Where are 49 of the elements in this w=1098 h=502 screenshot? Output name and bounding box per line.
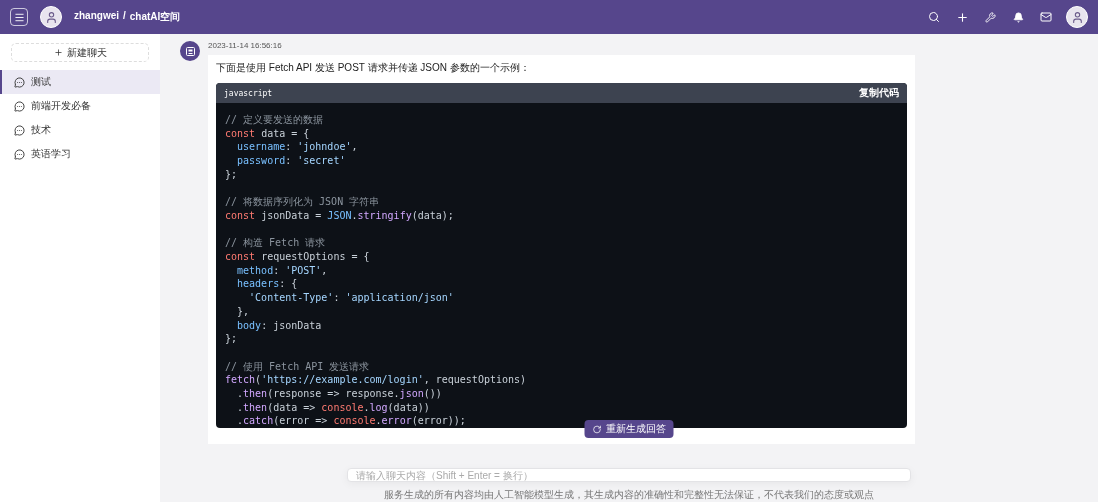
path-separator: / <box>123 10 126 23</box>
copy-code-button[interactable]: 复制代码 <box>859 86 899 100</box>
code-language: javascript <box>224 88 273 98</box>
code-line: const requestOptions = { <box>225 250 370 264</box>
chat-list-item[interactable]: 技术 <box>0 118 160 142</box>
chat-title: 英语学习 <box>31 147 71 161</box>
refresh-icon <box>592 424 602 434</box>
regenerate-button[interactable]: 重新生成回答 <box>584 420 674 438</box>
chat-bubble-icon <box>14 100 25 112</box>
space-name: chatAI空间 <box>129 10 181 24</box>
chat-title: 测试 <box>31 75 51 89</box>
plus-icon <box>53 48 63 57</box>
code-line: // 将数据序列化为 JSON 字符串 <box>225 195 380 209</box>
code-line: headers: { <box>236 277 298 292</box>
chat-list-item[interactable]: 英语学习 <box>0 142 160 166</box>
code-line: const data = { <box>225 126 310 141</box>
code-line: password: 'secret' <box>236 154 346 168</box>
code-line: fetch('https://example.com/login', requestOptions) <box>225 373 527 387</box>
chat-list-item[interactable]: 前端开发必备 <box>0 94 160 118</box>
message-text: 下面是使用 Fetch API 发送 POST 请求并传递 JSON 参数的一个示例： <box>216 61 531 75</box>
code-line: // 定义要发送的数据 <box>225 113 324 127</box>
code-line: // 构造 Fetch 请求 <box>225 236 326 250</box>
user-avatar[interactable] <box>1066 6 1088 28</box>
chat-title: 技术 <box>31 123 51 137</box>
chat-bubble-icon <box>14 124 25 136</box>
code-line: const jsonData = JSON.stringify(data); <box>225 208 454 223</box>
chat-input[interactable]: 请输入聊天内容（Shift + Enter = 换行） <box>347 468 911 482</box>
code-line: }; <box>225 332 238 346</box>
code-line: 'Content-Type': 'application/json' <box>248 291 454 305</box>
code-line: // 使用 Fetch API 发送请求 <box>225 359 370 374</box>
code-line: method: 'POST', <box>236 263 328 278</box>
chat-bubble-icon <box>14 76 25 88</box>
code-line: .catch(error => console.error(error)); <box>236 414 466 428</box>
menu-icon <box>13 11 25 23</box>
code-line: .then(response => response.json()) <box>236 387 442 401</box>
code-line: .then(data => console.log(data)) <box>236 400 430 415</box>
code-line: }, <box>236 304 250 319</box>
new-chat-button[interactable]: 新建聊天 <box>11 43 149 62</box>
chat-title: 前端开发必备 <box>31 99 91 113</box>
message-time: 2023-11-14 16:56:16 <box>208 41 283 52</box>
menu-button[interactable] <box>10 8 28 26</box>
disclaimer-text: 服务生成的所有内容均由人工智能模型生成，其生成内容的准确性和完整性无法保证，不代表我们的态度或观点 <box>384 488 874 502</box>
code-line: body: jsonData <box>236 318 322 333</box>
user-icon <box>1070 10 1084 24</box>
chat-bubble-icon <box>14 148 25 160</box>
chat-list-item[interactable]: 测试 <box>0 70 160 94</box>
code-line: }; <box>225 167 238 182</box>
code-line: username: 'johndoe', <box>236 140 358 155</box>
user-name: zhangwei <box>74 10 119 23</box>
